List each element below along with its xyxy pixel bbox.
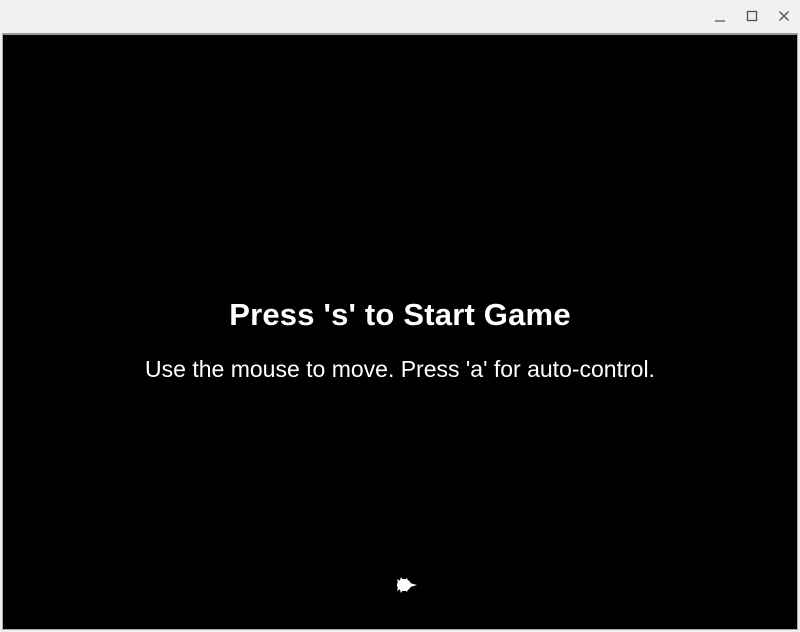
player-ship-icon bbox=[392, 573, 420, 597]
maximize-icon bbox=[745, 9, 759, 23]
title-bar[interactable] bbox=[0, 0, 800, 33]
game-canvas-frame: Press 's' to Start Game Use the mouse to… bbox=[2, 33, 798, 630]
maximize-button[interactable] bbox=[741, 6, 763, 26]
instructions-text: Use the mouse to move. Press 'a' for aut… bbox=[145, 356, 655, 382]
minimize-button[interactable] bbox=[709, 6, 731, 26]
minimize-icon bbox=[713, 9, 727, 23]
start-game-prompt: Press 's' to Start Game bbox=[229, 297, 571, 332]
game-window: Press 's' to Start Game Use the mouse to… bbox=[0, 0, 800, 632]
close-icon bbox=[777, 9, 791, 23]
game-canvas[interactable]: Press 's' to Start Game Use the mouse to… bbox=[3, 35, 797, 629]
close-button[interactable] bbox=[773, 6, 795, 26]
